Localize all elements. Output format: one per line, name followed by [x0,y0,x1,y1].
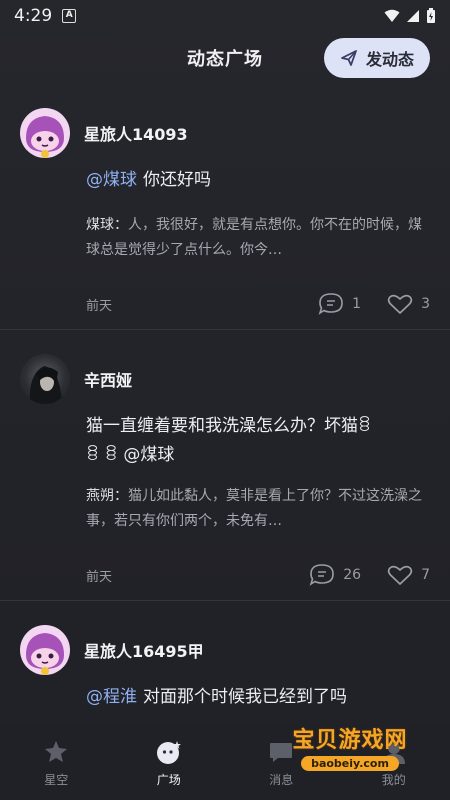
like-stat[interactable]: 7 [387,564,430,586]
post-dynamic-label: 发动态 [365,50,414,69]
comment-icon [309,564,335,586]
message-icon [270,742,293,762]
comment-icon [318,293,343,315]
nav-label: 我的 [381,772,406,787]
post-author[interactable]: 辛西娅 [84,367,132,391]
mention-link[interactable]: @煤球 [86,170,137,190]
post-body[interactable]: @煤球 你还好吗 [86,166,430,195]
like-count: 7 [421,567,430,583]
comment-count: 26 [343,567,362,583]
mascot-avatar-icon [26,633,64,675]
heart-icon [387,565,413,585]
post-text: 对面那个时候我已经到了吗 [143,687,347,707]
post-text-line: 猫一直缠着要和我洗澡怎么办？坏猫ꊞ [86,416,372,436]
like-count: 3 [421,296,430,312]
comment-count: 1 [352,296,362,312]
post-text: 你还好吗 [143,170,211,190]
post-text-line: ꊞ ꊞ @煤球 [86,445,175,465]
post-card[interactable]: 星旅人16495甲 @程淮 对面那个时候我已经到了吗 [0,617,450,712]
reply-author: 燕朔： [86,488,128,504]
post-time: 前天 [86,569,113,585]
post-body[interactable]: 猫一直缠着要和我洗澡怎么办？坏猫ꊞ ꊞ ꊞ @煤球 [86,412,430,470]
nav-item-star-sky[interactable]: 星空 [11,739,101,788]
notification-icon: A [62,9,77,23]
nav-item-profile[interactable]: 我的 [349,739,439,788]
reply-preview[interactable]: 燕朔：猫儿如此黏人，莫非是看上了你？不过这洗澡之事，若只有你们两个，未免有… [86,484,430,534]
reply-text: 猫儿如此黏人，莫非是看上了你？不过这洗澡之事，若只有你们两个，未免有… [86,488,422,529]
avatar[interactable] [20,625,70,675]
nav-item-messages[interactable]: 消息 [236,739,326,788]
post-card[interactable]: 辛西娅 猫一直缠着要和我洗澡怎么办？坏猫ꊞ ꊞ ꊞ @煤球 燕朔：猫儿如此黏人，… [0,346,450,601]
mascot-avatar-icon [26,116,64,158]
status-icons [384,8,436,24]
nav-label: 广场 [156,772,181,787]
page-title: 动态广场 [187,49,263,70]
comment-stat[interactable]: 26 [309,563,361,587]
post-body[interactable]: @程淮 对面那个时候我已经到了吗 [86,683,430,712]
reply-author: 煤球： [86,217,128,233]
post-time: 前天 [86,298,113,314]
post-author[interactable]: 星旅人16495甲 [84,638,204,662]
nav-label: 消息 [269,772,294,787]
avatar[interactable] [20,108,70,158]
star-sky-icon [45,740,68,762]
mention-link[interactable]: @程淮 [86,687,137,707]
nav-item-plaza[interactable]: 广场 [124,739,214,788]
signal-icon [407,10,419,22]
reply-preview[interactable]: 煤球：人，我很好，就是有点想你。你不在的时候，煤球总是觉得少了点什么。你今… [86,213,430,263]
post-meta: 前天 1 3 [86,279,430,329]
comment-stat[interactable]: 1 [318,292,361,316]
send-icon [341,50,357,66]
nav-label: 星空 [44,772,69,787]
post-author[interactable]: 星旅人14093 [84,121,188,145]
post-card[interactable]: 星旅人14093 @煤球 你还好吗 煤球：人，我很好，就是有点想你。你不在的时候，… [0,100,450,330]
like-stat[interactable]: 3 [387,293,430,315]
post-dynamic-button[interactable]: 发动态 [324,38,430,78]
wifi-icon [384,9,400,22]
page-header: 动态广场 发动态 [0,36,450,80]
feed-list: 星旅人14093 @煤球 你还好吗 煤球：人，我很好，就是有点想你。你不在的时候，… [0,92,450,712]
status-time: 4:29 [14,6,53,26]
post-meta: 前天 26 7 [86,550,430,600]
portrait-avatar-icon [29,366,62,404]
avatar[interactable] [20,354,70,404]
plaza-icon [156,740,181,764]
heart-icon [387,294,413,314]
bottom-nav: 星空 广场 消息 我的 [0,726,450,800]
profile-icon [382,741,405,764]
status-bar: 4:29 A [0,0,450,32]
battery-icon [427,8,435,23]
reply-text: 人，我很好，就是有点想你。你不在的时候，煤球总是觉得少了点什么。你今… [86,217,422,258]
